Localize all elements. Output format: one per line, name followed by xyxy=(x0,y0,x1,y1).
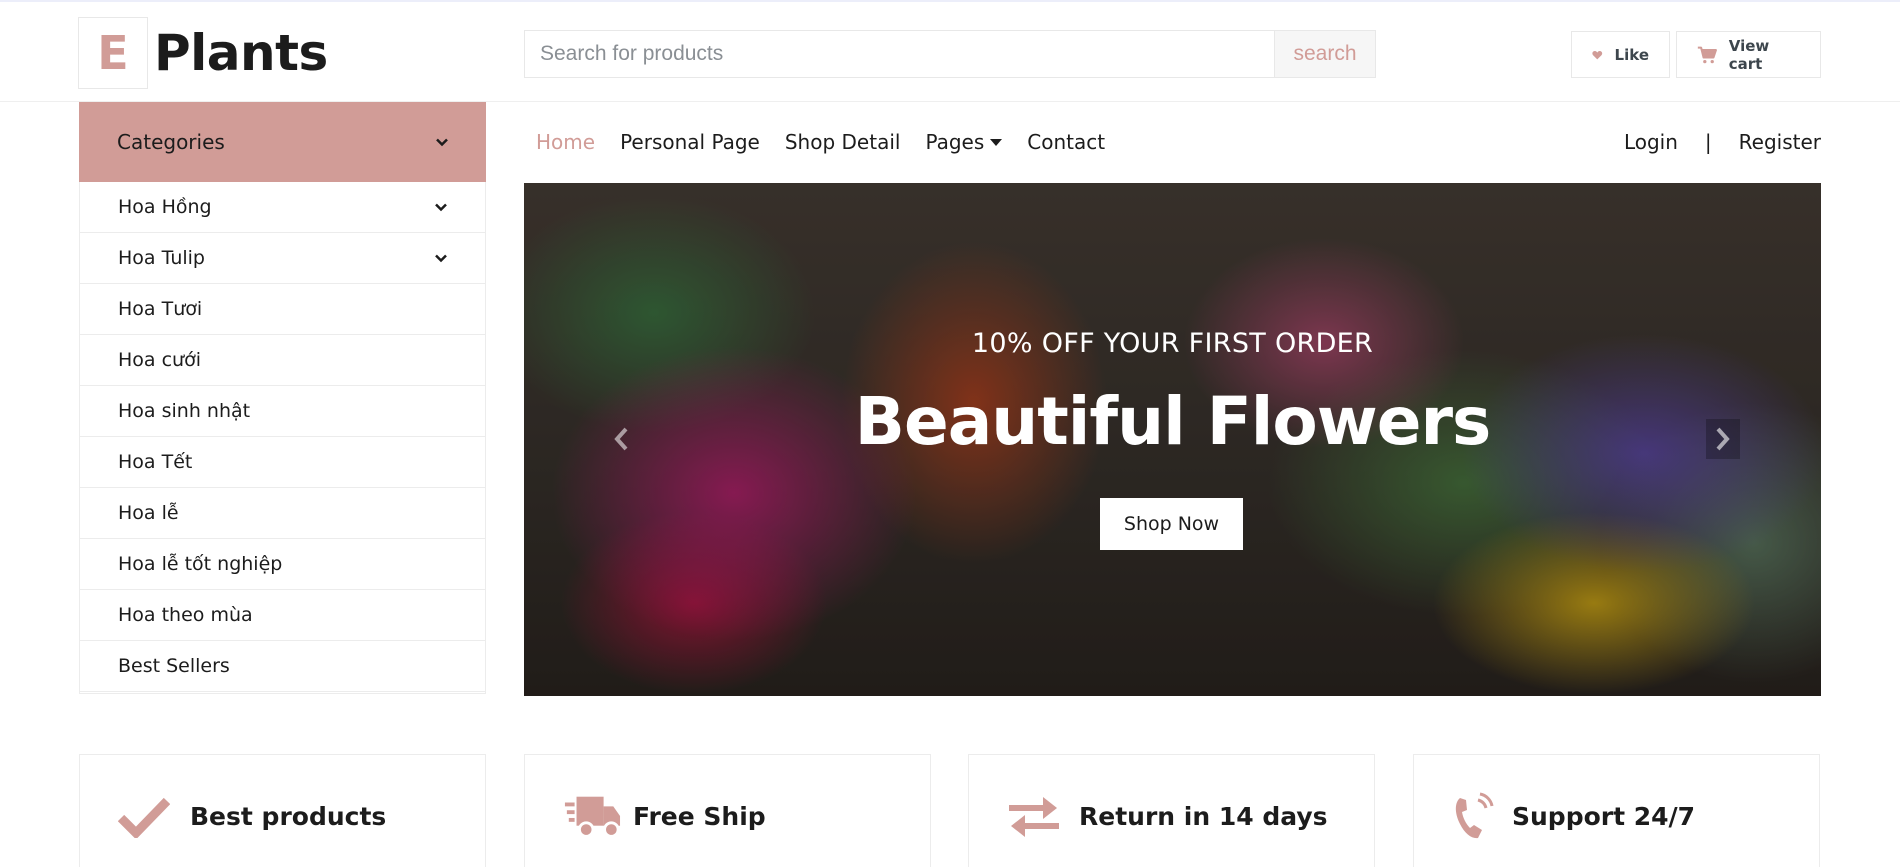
category-label: Hoa Tươi xyxy=(118,298,203,320)
truck-icon xyxy=(563,793,621,841)
hero-title: Beautiful Flowers xyxy=(854,383,1492,460)
search-button[interactable]: search xyxy=(1274,31,1375,77)
category-label: Hoa Tulip xyxy=(118,247,205,269)
feature-label: Return in 14 days xyxy=(1079,802,1328,831)
category-item-hoa-theo-mua[interactable]: Hoa theo mùa xyxy=(80,590,485,641)
logo-text: Plants xyxy=(154,24,328,82)
shop-now-button[interactable]: Shop Now xyxy=(1100,498,1243,550)
logo-letter: E xyxy=(78,17,148,89)
category-label: Hoa lễ tốt nghiệp xyxy=(118,553,283,575)
site-logo[interactable]: E Plants xyxy=(78,16,328,90)
chevron-down-icon xyxy=(436,138,448,147)
chevron-left-icon xyxy=(614,427,628,451)
feature-label: Support 24/7 xyxy=(1512,802,1696,831)
category-item-hoa-tulip[interactable]: Hoa Tulip xyxy=(80,233,485,284)
category-item-hoa-le-tot-nghiep[interactable]: Hoa lễ tốt nghiệp xyxy=(80,539,485,590)
auth-links: Login | Register xyxy=(1624,102,1821,182)
category-label: Hoa Hồng xyxy=(118,196,212,218)
caret-down-icon xyxy=(990,138,1003,146)
chevron-down-icon xyxy=(435,203,447,212)
exchange-icon xyxy=(1007,793,1063,841)
carousel-prev-button[interactable] xyxy=(604,419,638,459)
category-label: Hoa lễ xyxy=(118,502,179,524)
feature-label: Free Ship xyxy=(633,802,766,831)
category-item-hoa-tuoi[interactable]: Hoa Tươi xyxy=(80,284,485,335)
phone-icon xyxy=(1452,792,1496,841)
search-input[interactable] xyxy=(525,31,1274,77)
category-label: Hoa sinh nhật xyxy=(118,400,251,422)
hero-subtitle: 10% OFF YOUR FIRST ORDER xyxy=(971,328,1374,359)
view-cart-button[interactable]: View cart xyxy=(1676,31,1821,78)
feature-support: Support 24/7 xyxy=(1413,754,1820,867)
feature-label: Best products xyxy=(190,802,387,831)
categories-title: Categories xyxy=(117,130,225,154)
category-item-hoa-sinh-nhat[interactable]: Hoa sinh nhật xyxy=(80,386,485,437)
chevron-right-icon xyxy=(1716,427,1730,451)
category-item-hoa-tet[interactable]: Hoa Tết xyxy=(80,437,485,488)
main-nav: Home Personal Page Shop Detail Pages Con… xyxy=(524,102,1821,182)
category-item-hoa-cuoi[interactable]: Hoa cưới xyxy=(80,335,485,386)
category-list: Hoa Hồng Hoa Tulip Hoa Tươi Hoa cưới Hoa… xyxy=(79,182,486,694)
chevron-down-icon xyxy=(435,254,447,263)
category-label: Best Sellers xyxy=(118,655,230,677)
nav-pages-dropdown[interactable]: Pages xyxy=(925,130,1003,154)
categories-toggle[interactable]: Categories xyxy=(79,102,486,182)
category-item-hoa-hong[interactable]: Hoa Hồng xyxy=(80,182,485,233)
feature-free-ship: Free Ship xyxy=(524,754,931,867)
like-label: Like xyxy=(1614,45,1649,64)
nav-separator: | xyxy=(1704,130,1712,154)
nav-shop-detail[interactable]: Shop Detail xyxy=(785,130,901,154)
nav-pages-label: Pages xyxy=(925,130,985,154)
cart-label: View cart xyxy=(1728,36,1770,73)
category-item-hoa-le[interactable]: Hoa lễ xyxy=(80,488,485,539)
site-header: E Plants search Like View cart xyxy=(0,2,1900,102)
search-bar: search xyxy=(524,30,1376,78)
nav-personal-page[interactable]: Personal Page xyxy=(620,130,760,154)
hero-carousel: 10% OFF YOUR FIRST ORDER Beautiful Flowe… xyxy=(524,183,1821,696)
feature-best-products: Best products xyxy=(79,754,486,867)
feature-return: Return in 14 days xyxy=(968,754,1375,867)
like-button[interactable]: Like xyxy=(1571,31,1670,78)
cart-icon xyxy=(1697,46,1717,63)
carousel-next-button[interactable] xyxy=(1706,419,1740,459)
category-label: Hoa cưới xyxy=(118,349,201,371)
category-label: Hoa theo mùa xyxy=(118,604,253,626)
category-item-best-sellers[interactable]: Best Sellers xyxy=(80,641,485,692)
nav-home[interactable]: Home xyxy=(536,130,595,154)
register-link[interactable]: Register xyxy=(1739,130,1821,154)
check-icon xyxy=(118,793,174,841)
category-label: Hoa Tết xyxy=(118,451,193,473)
nav-contact[interactable]: Contact xyxy=(1027,130,1105,154)
login-link[interactable]: Login xyxy=(1624,130,1678,154)
heart-icon xyxy=(1592,50,1603,59)
